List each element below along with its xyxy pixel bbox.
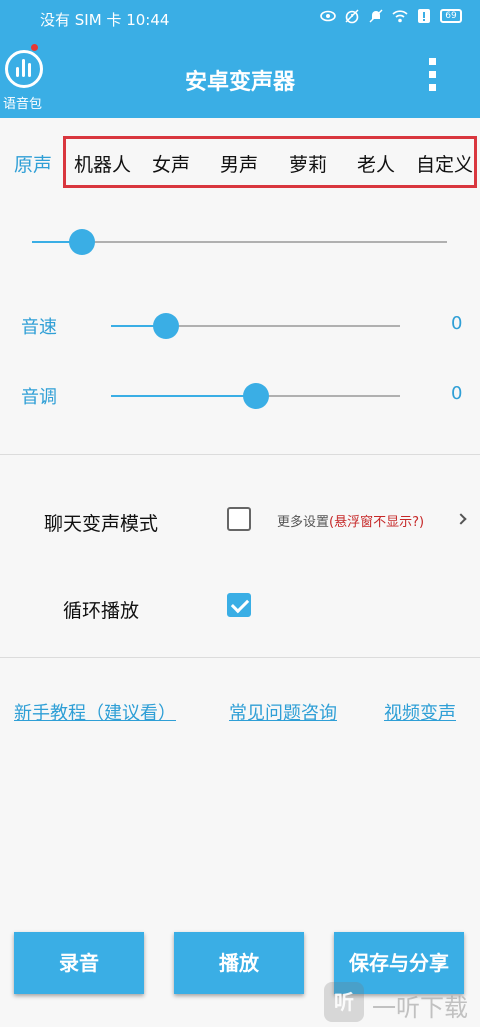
pitch-value: 0 [451, 383, 463, 404]
speed-slider-thumb[interactable] [152, 313, 179, 339]
faq-link[interactable]: 常见问题咨询 [229, 699, 337, 725]
wifi-icon [392, 10, 408, 23]
record-button[interactable]: 录音 [14, 932, 144, 994]
speed-label: 音速 [21, 317, 57, 338]
chevron-right-icon[interactable] [455, 513, 467, 525]
more-settings-link[interactable]: 更多设置(悬浮窗不显示?) [277, 511, 424, 530]
more-settings-text: 更多设置 [277, 515, 330, 530]
status-icons: 69 [320, 8, 462, 24]
battery-icon: 69 [440, 9, 462, 23]
more-settings-warning: (悬浮窗不显示?) [329, 515, 425, 530]
pitch-label: 音调 [21, 387, 57, 408]
notification-dot [31, 44, 38, 51]
voice-tabs-highlight-box [63, 136, 477, 188]
status-carrier-time: 没有 SIM 卡 10:44 [40, 11, 170, 29]
speed-value: 0 [451, 313, 463, 334]
chat-mode-label: 聊天变声模式 [44, 513, 159, 535]
alarm-icon [345, 9, 359, 24]
page-title: 安卓变声器 [184, 70, 295, 95]
pitch-slider-fill [111, 395, 256, 397]
loop-play-label: 循环播放 [63, 600, 140, 622]
tutorial-link[interactable]: 新手教程（建议看） [14, 699, 176, 725]
eye-icon [320, 10, 336, 22]
app-header: 没有 SIM 卡 10:44 69 语音包 安卓变声器 [0, 0, 480, 118]
watermark-logo-icon: 听 [324, 982, 364, 1022]
status-bar: 没有 SIM 卡 10:44 69 [0, 0, 480, 36]
watermark: 听 一听下载 [320, 978, 480, 1027]
alert-icon [418, 9, 430, 23]
pitch-slider-thumb[interactable] [242, 383, 269, 409]
voice-tab-original[interactable]: 原声 [14, 150, 52, 177]
play-button[interactable]: 播放 [174, 932, 304, 994]
effect-slider-thumb[interactable] [68, 229, 95, 255]
more-vert-icon[interactable] [424, 58, 440, 94]
watermark-text: 一听下载 [372, 994, 468, 1022]
loop-play-checkbox[interactable] [227, 593, 251, 617]
video-voice-link[interactable]: 视频变声 [384, 699, 456, 725]
mute-icon [369, 9, 383, 23]
chat-mode-checkbox[interactable] [227, 507, 251, 531]
divider [0, 657, 480, 658]
divider [0, 454, 480, 455]
